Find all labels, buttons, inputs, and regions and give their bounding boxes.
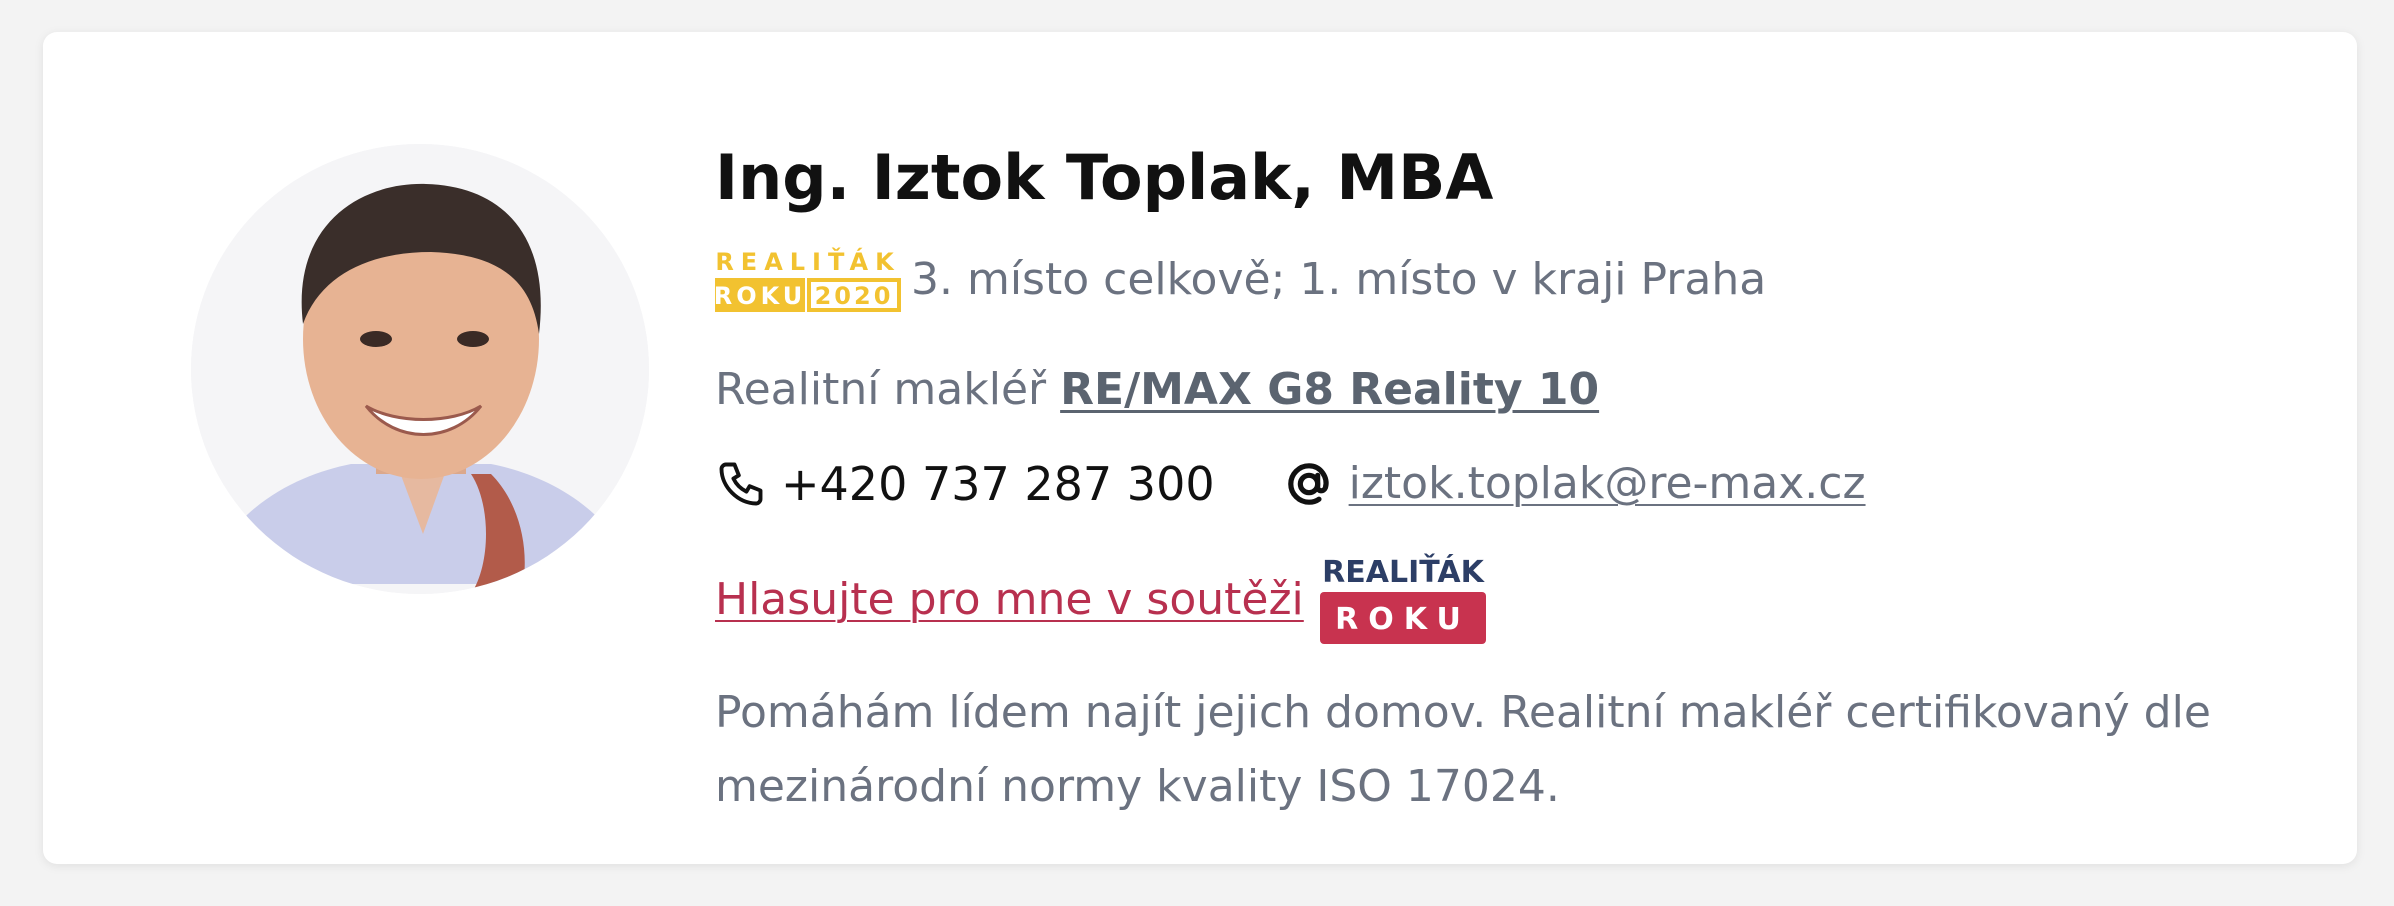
agency-link[interactable]: RE/MAX G8 Reality 10 [1060,364,1599,415]
badge-gold-year: 2020 [815,282,894,310]
vote-link[interactable]: Hlasujte pro mne v soutěži [715,572,1304,628]
agent-card: Ing. Iztok Toplak, MBA REALIŤÁK ROKU 202… [43,32,2357,864]
award-row: REALIŤÁK ROKU 2020 3. místo celkově; 1. … [715,244,1766,316]
badge-roku-line2: ROKU [1335,602,1471,637]
contact-row: +420 737 287 300 iztok.toplak@re-max.cz [715,456,1866,512]
phone-number[interactable]: +420 737 287 300 [781,456,1215,512]
role-label: Realitní makléř [715,364,1047,415]
at-icon [1283,458,1335,510]
agent-name: Ing. Iztok Toplak, MBA [715,141,1494,214]
award-ranking: 3. místo celkově; 1. místo v kraji Praha [911,254,1767,305]
vote-row: Hlasujte pro mne v soutěži REALIŤÁK ROKU [715,552,1488,648]
role-row: Realitní makléř RE/MAX G8 Reality 10 [715,362,1599,418]
agent-bio: Pomáhám lídem najít jejich domov. Realit… [715,687,2211,812]
phone-icon [715,458,767,510]
badge-gold-line2: ROKU [715,282,806,310]
badge-gold-line1: REALIŤÁK [715,246,900,276]
realitak-roku-badge[interactable]: REALIŤÁK ROKU [1318,552,1488,648]
badge-roku-line1: REALIŤÁK [1322,553,1485,590]
email-link[interactable]: iztok.toplak@re-max.cz [1349,456,1866,512]
agent-photo [191,144,649,594]
realitak-roku-2020-badge: REALIŤÁK ROKU 2020 [715,246,901,312]
